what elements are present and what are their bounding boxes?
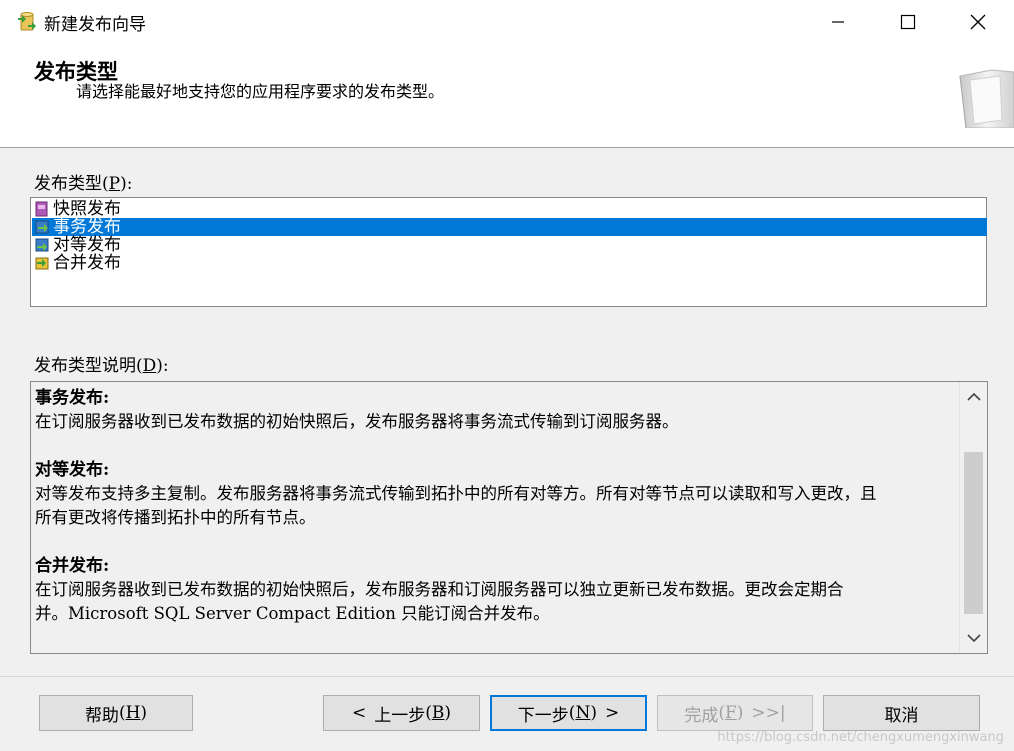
description-label: 发布类型说明(D): [34, 356, 169, 376]
section-line: 并。Microsoft SQL Server Compact Edition 只… [35, 604, 550, 623]
finish-arrow-icon: >>| [751, 703, 786, 723]
finish-hotkey: F [724, 703, 737, 723]
cancel-button[interactable]: 取消 [823, 695, 980, 731]
section-line: 在订阅服务器收到已发布数据的初始快照后，发布服务器和订阅服务器可以独立更新已发布… [35, 580, 844, 599]
section-line: 在订阅服务器收到已发布数据的初始快照后，发布服务器将事务流式传输到订阅服务器。 [35, 412, 679, 431]
help-button[interactable]: 帮助(H) [39, 695, 193, 731]
chevron-up-icon [966, 392, 981, 401]
minimize-icon [832, 21, 844, 23]
transactional-publication-icon [35, 220, 49, 234]
list-item-transactional[interactable]: 事务发布 [32, 218, 987, 236]
list-item-snapshot[interactable]: 快照发布 [32, 200, 987, 218]
back-hotkey: B [431, 703, 445, 723]
section-title: 合并发布: [35, 556, 110, 576]
page-subtitle: 请选择能最好地支持您的应用程序要求的发布类型。 [76, 82, 445, 101]
scroll-down-button[interactable] [960, 625, 987, 651]
next-button[interactable]: 下一步(N) > [490, 695, 647, 731]
finish-button-label: 完成 [684, 705, 719, 726]
next-arrow-icon: > [604, 703, 620, 723]
section-title: 对等发布: [35, 460, 110, 480]
minimize-button[interactable] [808, 0, 868, 44]
description-box[interactable]: 事务发布: 在订阅服务器收到已发布数据的初始快照后，发布服务器将事务流式传输到订… [30, 381, 988, 654]
cancel-button-label: 取消 [884, 705, 919, 726]
description-scrollbar[interactable] [959, 382, 987, 653]
list-item-label: 对等发布 [53, 235, 121, 255]
close-icon [970, 14, 986, 30]
publication-type-label: 发布类型(P): [34, 174, 133, 194]
wizard-header: 发布类型 请选择能最好地支持您的应用程序要求的发布类型。 [0, 44, 1014, 148]
snapshot-publication-icon [35, 201, 48, 217]
next-button-label: 下一步 [517, 705, 569, 726]
list-item-peer-to-peer[interactable]: 对等发布 [32, 236, 987, 254]
back-button[interactable]: < 上一步(B) [323, 695, 480, 731]
book-graphic-icon [959, 69, 1014, 128]
merge-publication-icon [35, 257, 49, 270]
publication-wizard-icon [18, 12, 36, 31]
watermark: https://blog.csdn.net/chengxumengxinwang [717, 730, 1004, 745]
window-title: 新建发布向导 [44, 15, 146, 35]
section-line: 对等发布支持多主复制。发布服务器将事务流式传输到拓扑中的所有对等方。所有对等节点… [35, 484, 877, 503]
list-item-label: 快照发布 [53, 199, 121, 219]
title-bar: 新建发布向导 [0, 0, 1014, 45]
finish-button[interactable]: 完成(F) >>| [657, 695, 813, 731]
back-arrow-icon: < [351, 703, 367, 723]
section-line: 所有更改将传播到拓扑中的所有节点。 [35, 508, 316, 527]
section-title: 事务发布: [35, 388, 110, 408]
list-item-merge[interactable]: 合并发布 [32, 254, 987, 272]
scroll-up-button[interactable] [960, 384, 987, 410]
help-button-label: 帮助 [84, 705, 119, 726]
list-item-label: 事务发布 [53, 217, 121, 237]
back-button-label: 上一步 [374, 705, 426, 726]
maximize-button[interactable] [878, 0, 938, 44]
maximize-icon [900, 14, 916, 30]
publication-type-list[interactable]: 快照发布 事务发布 对等发布 合并发布 [30, 197, 987, 307]
help-hotkey: H [125, 703, 141, 723]
next-hotkey: N [575, 703, 591, 723]
scroll-thumb[interactable] [964, 452, 983, 614]
publication-type-hotkey: P [108, 174, 121, 194]
list-item-label: 合并发布 [53, 253, 121, 273]
description-text: 事务发布: 在订阅服务器收到已发布数据的初始快照后，发布服务器将事务流式传输到订… [35, 386, 957, 626]
description-hotkey: D [142, 356, 157, 376]
close-button[interactable] [948, 0, 1008, 44]
wizard-footer: 帮助(H) < 上一步(B) 下一步(N) > 完成(F) >>| 取消 htt… [0, 676, 1014, 751]
peer-to-peer-publication-icon [35, 238, 49, 252]
chevron-down-icon [966, 634, 981, 643]
